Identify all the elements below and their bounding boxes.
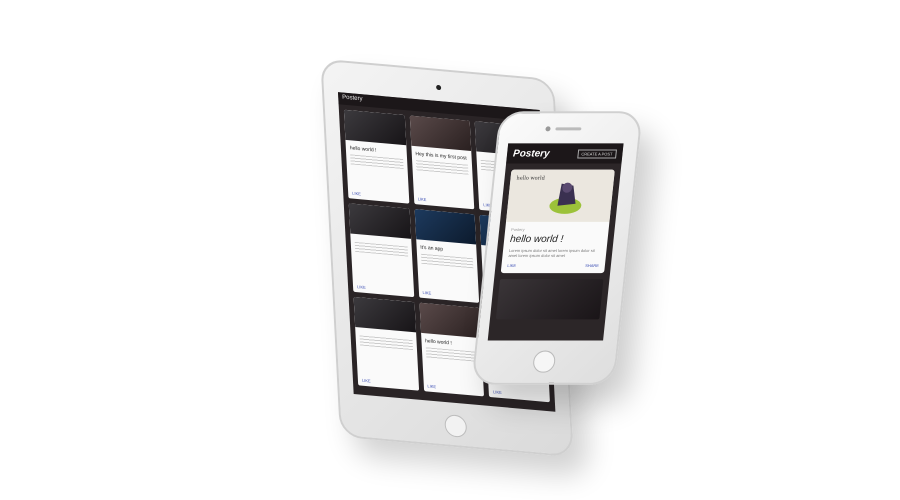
like-button[interactable]: LIKE bbox=[352, 191, 405, 201]
phone-home-button[interactable] bbox=[532, 350, 557, 373]
thumbnail-text: hello world bbox=[516, 175, 546, 182]
phone-screen: Postery CREATE A POST hello world Poster… bbox=[487, 143, 624, 341]
tablet-camera bbox=[436, 84, 442, 91]
post-card[interactable]: hello world ! LIKE bbox=[343, 109, 410, 204]
post-card[interactable]: hello world Postery hello world ! Lorem … bbox=[500, 169, 615, 274]
app-title: Postery bbox=[512, 147, 551, 160]
post-card[interactable]: It's an app LIKE bbox=[414, 209, 480, 303]
post-thumbnail bbox=[414, 209, 477, 245]
phone-speaker bbox=[555, 127, 582, 131]
phone-device: Postery CREATE A POST hello world Poster… bbox=[471, 111, 643, 385]
like-button[interactable]: LIKE bbox=[418, 196, 471, 206]
post-thumbnail bbox=[419, 302, 482, 339]
next-post-thumbnail[interactable] bbox=[495, 279, 604, 320]
like-button[interactable]: LIKE bbox=[422, 290, 475, 300]
illustration-icon bbox=[549, 182, 582, 214]
post-thumbnail bbox=[348, 203, 411, 239]
post-meta: Postery bbox=[510, 226, 525, 232]
phone-app-header: Postery CREATE A POST bbox=[506, 143, 624, 164]
share-button[interactable]: SHARE bbox=[585, 263, 599, 268]
post-thumbnail bbox=[343, 109, 407, 146]
like-button[interactable]: LIKE bbox=[362, 378, 415, 388]
tablet-home-button[interactable] bbox=[444, 413, 468, 439]
post-excerpt: Lorem ipsum dolor sit amet lorem ipsum d… bbox=[508, 248, 596, 259]
like-button[interactable]: LIKE bbox=[493, 389, 546, 399]
like-button[interactable]: LIKE bbox=[427, 383, 480, 393]
like-button[interactable]: LIKE bbox=[357, 284, 410, 294]
post-card[interactable]: LIKE bbox=[348, 203, 414, 298]
post-thumbnail bbox=[409, 115, 472, 152]
phone-camera bbox=[545, 126, 551, 132]
post-thumbnail bbox=[353, 296, 416, 333]
post-card[interactable]: LIKE bbox=[353, 296, 419, 391]
post-title: hello world ! bbox=[509, 233, 564, 245]
post-card[interactable]: Hey this is my first post LIKE bbox=[409, 115, 475, 210]
create-post-button[interactable]: CREATE A POST bbox=[577, 148, 618, 159]
like-button[interactable]: LIKE bbox=[507, 263, 516, 268]
post-thumbnail: hello world bbox=[506, 169, 615, 222]
